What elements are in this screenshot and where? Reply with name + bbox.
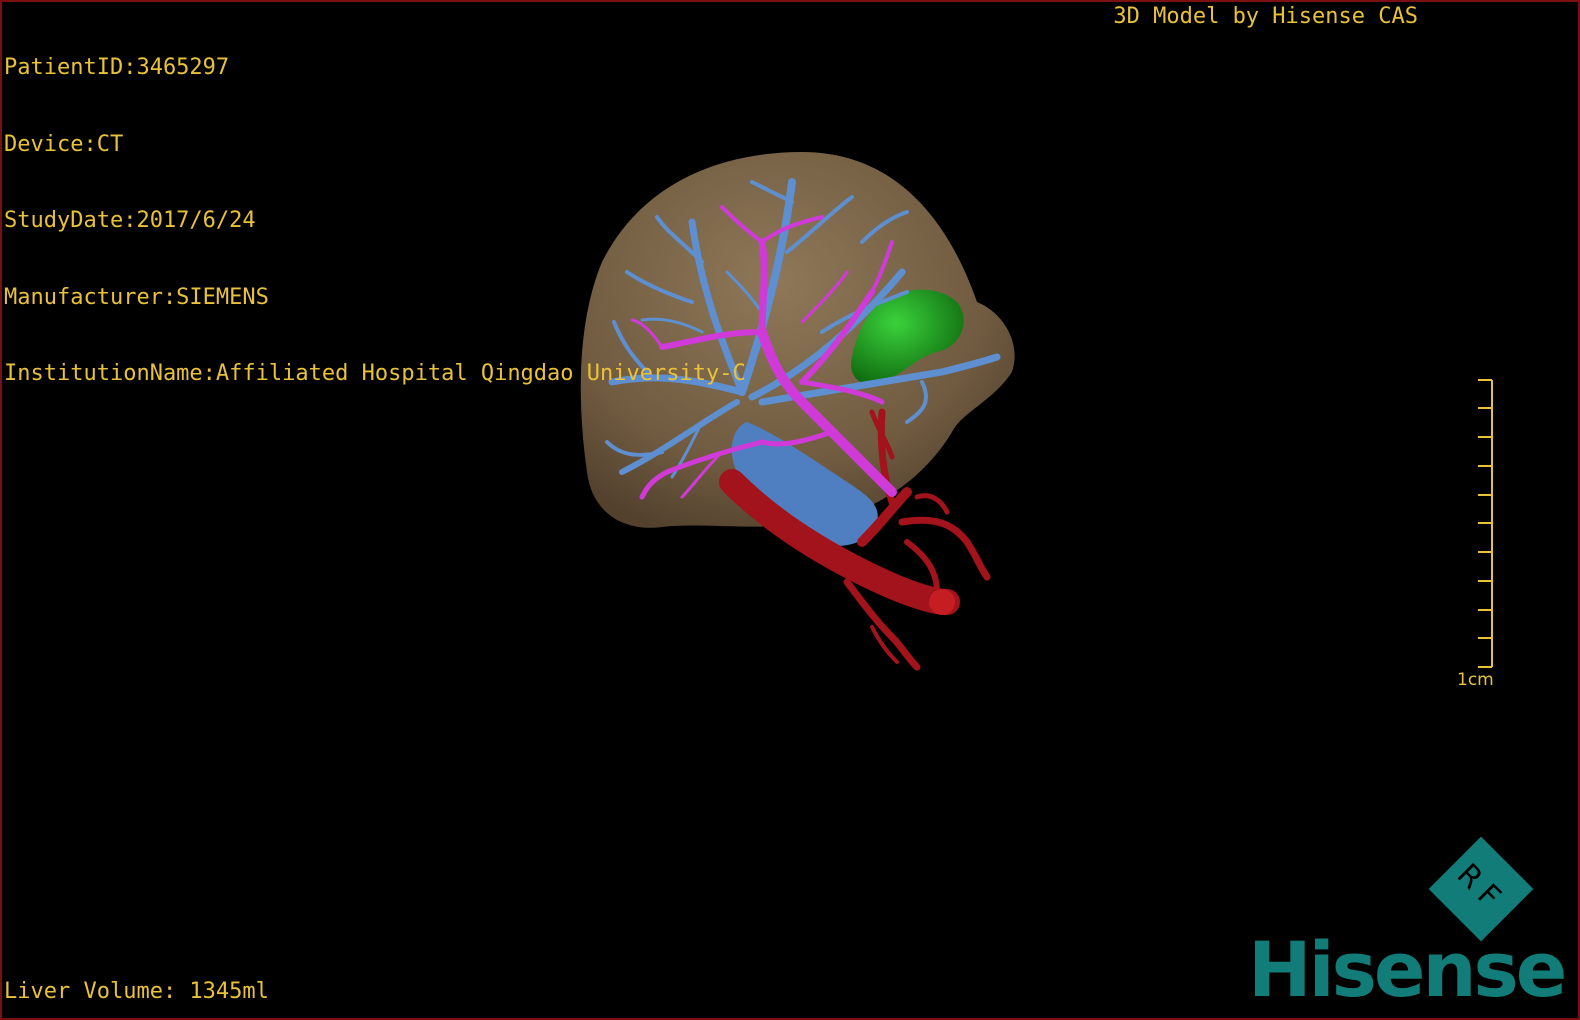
patient-id: PatientID:3465297 bbox=[4, 55, 230, 80]
scale-label: 1cm bbox=[1457, 670, 1494, 690]
device: Device:CT bbox=[4, 131, 124, 157]
liver-volume: Liver Volume: 1345ml bbox=[4, 979, 269, 1004]
manufacturer: Manufacturer:SIEMENS bbox=[4, 284, 269, 310]
institution-name: InstitutionName:Affiliated Hospital Qing… bbox=[4, 361, 746, 386]
model-credit: 3D Model by Hisense CAS bbox=[1113, 4, 1418, 29]
study-date: StudyDate:2017/6/24 bbox=[4, 208, 256, 233]
3d-viewport[interactable]: PatientID:3465297 Device:CT StudyDate:20… bbox=[0, 0, 1580, 1020]
scale-bar bbox=[1478, 379, 1493, 668]
dicom-info-overlay: PatientID:3465297 Device:CT StudyDate:20… bbox=[4, 4, 746, 438]
aorta-end bbox=[929, 589, 955, 615]
hisense-logo: Hisense bbox=[1248, 925, 1567, 1014]
